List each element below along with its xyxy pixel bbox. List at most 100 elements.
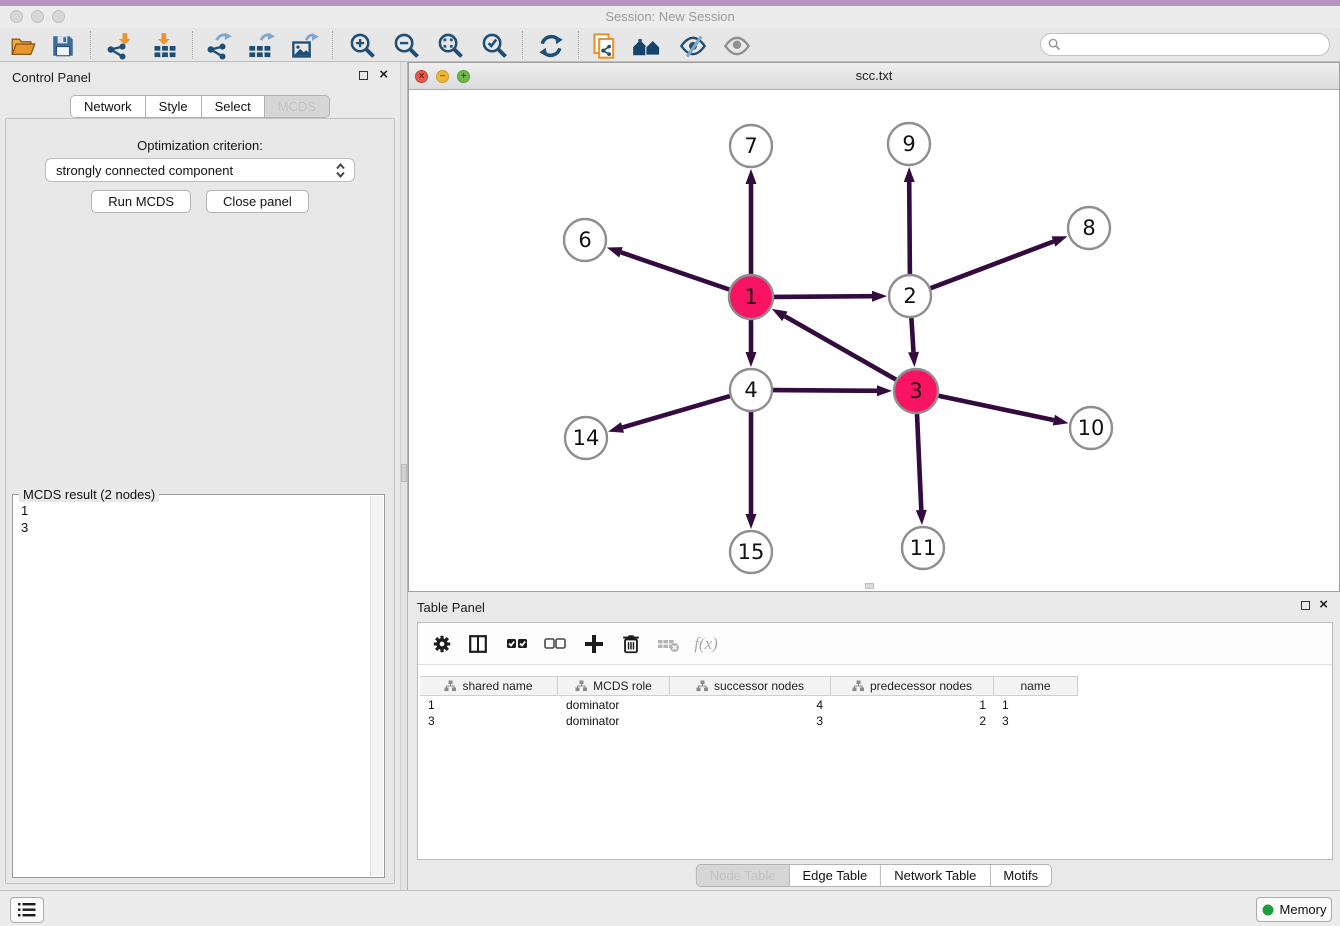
table-cell[interactable]: dominator [558,713,670,729]
table-tabs: Node TableEdge TableNetwork TableMotifs [696,864,1052,887]
reset-view-icon[interactable] [632,31,662,61]
open-session-icon[interactable] [8,31,38,61]
result-scrollbar[interactable] [370,496,383,876]
table-row[interactable]: 3dominator323 [420,713,1078,729]
memory-button[interactable]: Memory [1256,897,1332,922]
float-panel-icon[interactable] [359,71,368,80]
zoom-out-icon[interactable] [392,31,422,61]
column-header-predecessor-nodes[interactable]: predecessor nodes [831,677,994,695]
search-icon [1048,38,1061,51]
graph-edge-4-3[interactable] [773,385,892,396]
zoom-fit-icon[interactable] [436,31,466,61]
tab-mcds[interactable]: MCDS [265,96,329,117]
control-panel-title: Control Panel [12,70,91,85]
graph-node-2[interactable]: 2 [889,275,931,317]
tab-network[interactable]: Network [71,96,146,117]
control-panel: Control Panel × NetworkStyleSelectMCDS O… [0,62,400,890]
graph-edge-2-3[interactable] [908,318,919,367]
column-header-MCDS-role[interactable]: MCDS role [558,677,670,695]
table-cell[interactable]: 3 [420,713,558,729]
optimization-criterion-label: Optimization criterion: [0,138,400,153]
graph-node-1[interactable]: 1 [729,275,773,319]
graph-node-3[interactable]: 3 [894,369,938,413]
table-cell[interactable]: 1 [994,697,1078,713]
select-all-icon[interactable] [503,630,531,658]
graph-node-9[interactable]: 9 [888,123,930,165]
graph-node-10[interactable]: 10 [1070,407,1112,449]
table-cell[interactable]: 2 [831,713,994,729]
column-header-successor-nodes[interactable]: successor nodes [670,677,831,695]
tab-style[interactable]: Style [146,96,202,117]
close-table-panel-icon[interactable]: × [1319,596,1328,614]
optimization-criterion-select[interactable]: strongly connected component [45,158,355,182]
run-mcds-button[interactable]: Run MCDS [91,190,191,213]
svg-text:8: 8 [1082,216,1095,240]
graph-edge-4-14[interactable] [608,396,730,433]
export-table-icon[interactable] [246,31,276,61]
graph-edge-3-11[interactable] [916,414,927,525]
close-panel-button[interactable]: Close panel [206,190,309,213]
svg-text:7: 7 [744,134,757,158]
search-input[interactable] [1067,35,1322,54]
column-header-name[interactable]: name [994,677,1078,695]
graph-node-8[interactable]: 8 [1068,207,1110,249]
import-table-icon[interactable] [150,31,180,61]
graph-edge-2-8[interactable] [931,236,1068,288]
table-cell[interactable]: 1 [420,697,558,713]
tab-network-table[interactable]: Network Table [881,865,990,886]
table-cell[interactable]: dominator [558,697,670,713]
show-columns-icon[interactable] [464,630,492,658]
delete-table-icon[interactable] [654,630,682,658]
graph-node-15[interactable]: 15 [730,531,772,573]
column-header-shared-name[interactable]: shared name [420,677,558,695]
search-field[interactable] [1040,33,1330,56]
graph-node-14[interactable]: 14 [565,417,607,459]
table-row[interactable]: 1dominator411 [420,697,1078,713]
tab-select[interactable]: Select [202,96,265,117]
table-settings-icon[interactable] [428,630,456,658]
graph-node-6[interactable]: 6 [564,219,606,261]
function-builder-icon[interactable]: f(x) [692,630,720,658]
network-window-titlebar[interactable]: × − + scc.txt [409,63,1339,90]
graph-edge-1-6[interactable] [607,247,729,289]
float-table-panel-icon[interactable] [1301,601,1310,610]
deselect-all-icon[interactable] [541,630,569,658]
save-session-icon[interactable] [48,31,78,61]
graph-edge-4-15[interactable] [746,412,757,529]
graph-edge-1-2[interactable] [774,291,887,302]
mcds-result-text[interactable]: 1 3 [21,502,28,536]
close-panel-icon[interactable]: × [379,66,388,84]
panel-splitter[interactable] [400,62,408,890]
tab-motifs[interactable]: Motifs [990,865,1051,886]
horizontal-splitter-handle[interactable] [865,583,874,589]
graph-edge-1-4[interactable] [746,320,757,367]
hide-panel-icon[interactable] [678,31,708,61]
task-history-button[interactable] [10,897,44,923]
graph-edge-1-7[interactable] [746,169,757,274]
zoom-in-icon[interactable] [348,31,378,61]
tab-node-table[interactable]: Node Table [697,865,790,886]
table-cell[interactable]: 1 [831,697,994,713]
network-canvas[interactable]: 7 9 6 8 1 2 4 3 14 10 15 11 [409,90,1339,591]
zoom-selected-icon[interactable] [480,31,510,61]
graph-edge-3-10[interactable] [939,396,1069,426]
main-toolbar [0,28,1340,62]
export-image-icon[interactable] [290,31,320,61]
table-cell[interactable]: 4 [670,697,831,713]
show-panel-icon[interactable] [722,31,752,61]
graph-node-11[interactable]: 11 [902,527,944,569]
import-network-icon[interactable] [104,31,134,61]
table-cell[interactable]: 3 [670,713,831,729]
splitter-handle[interactable] [401,464,407,482]
apply-layout-icon[interactable] [536,31,566,61]
graph-node-7[interactable]: 7 [730,125,772,167]
table-cell[interactable]: 3 [994,713,1078,729]
graph-node-4[interactable]: 4 [730,369,772,411]
new-network-from-file-icon[interactable] [590,31,620,61]
graph-edge-3-1[interactable] [772,309,896,380]
tab-edge-table[interactable]: Edge Table [789,865,881,886]
export-network-icon[interactable] [204,31,234,61]
graph-edge-2-9[interactable] [904,167,915,274]
delete-column-icon[interactable] [617,630,645,658]
add-column-icon[interactable] [580,630,608,658]
